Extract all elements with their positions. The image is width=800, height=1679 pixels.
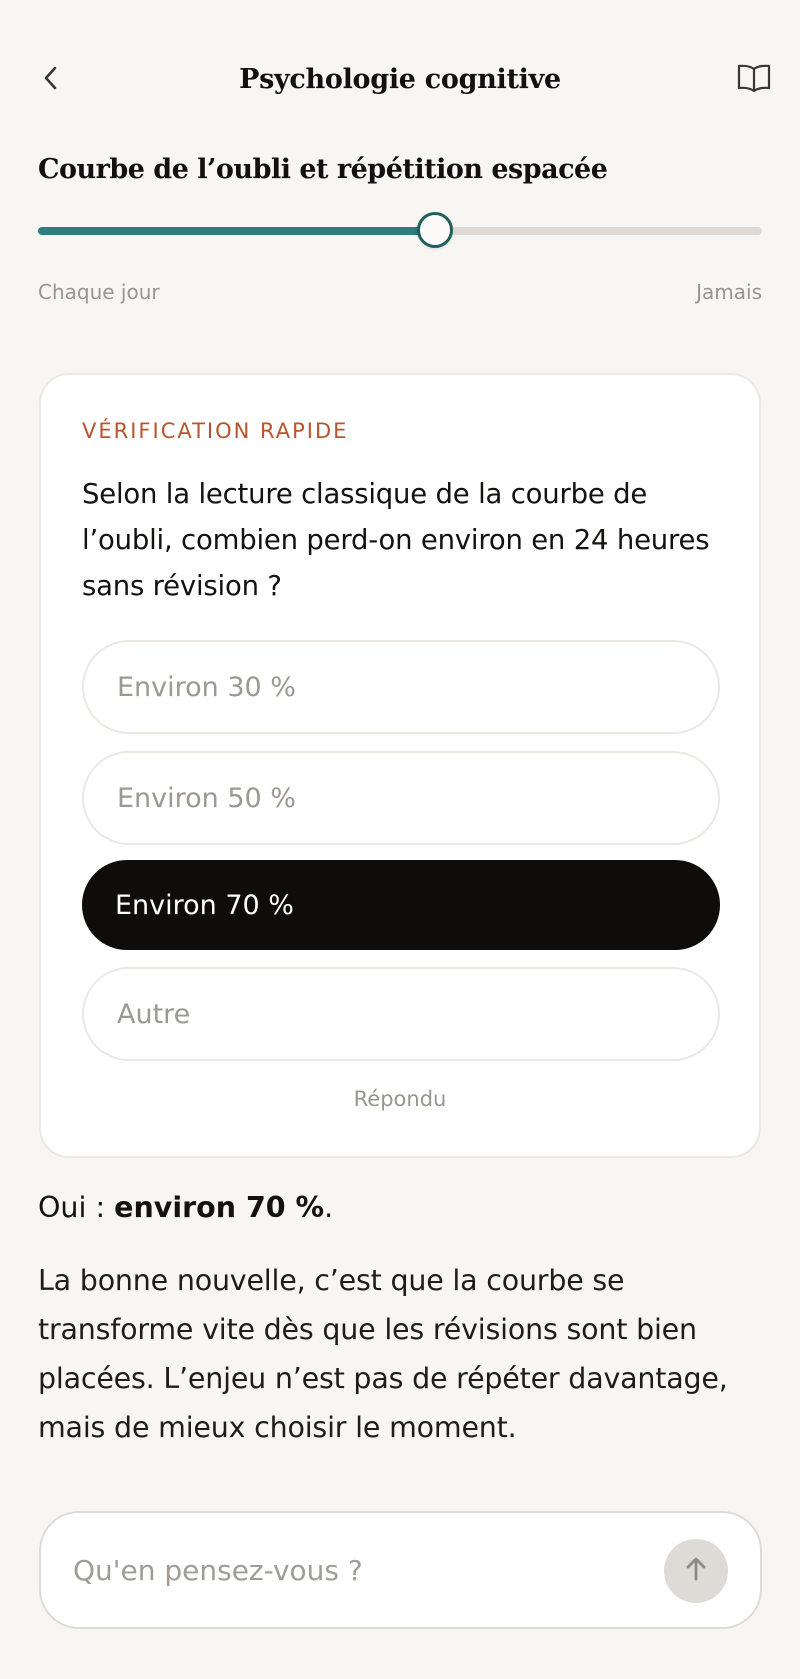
quiz-option-3-selected[interactable]: Environ 70 %	[82, 860, 720, 950]
open-book-icon	[737, 63, 771, 97]
quiz-status: Répondu	[353, 1087, 447, 1111]
page-title: Psychologie cognitive	[239, 64, 561, 95]
answer-prefix: Oui :	[38, 1191, 115, 1224]
quiz-option-4[interactable]: Autre	[82, 967, 720, 1061]
arrow-up-icon	[683, 1555, 709, 1587]
comment-input[interactable]	[73, 1547, 633, 1593]
quiz-eyebrow: VÉRIFICATION RAPIDE	[82, 419, 349, 443]
comment-composer	[39, 1511, 762, 1629]
quiz-option-1[interactable]: Environ 30 %	[82, 640, 720, 734]
answer-suffix: .	[324, 1191, 334, 1224]
slider-max-label: Jamais	[696, 280, 762, 304]
slider-min-label: Chaque jour	[38, 280, 160, 304]
quiz-option-2[interactable]: Environ 50 %	[82, 751, 720, 845]
lesson-title: Courbe de l’oubli et répétition espacée	[38, 154, 608, 185]
explanation-text: La bonne nouvelle, c’est que la courbe s…	[38, 1264, 728, 1444]
send-button[interactable]	[664, 1539, 728, 1603]
quiz-card: VÉRIFICATION RAPIDE Selon la lecture cla…	[39, 373, 761, 1158]
top-bar: Psychologie cognitive	[0, 0, 800, 140]
answer-feedback: Oui : environ 70 %.	[38, 1188, 333, 1228]
book-button[interactable]	[734, 60, 774, 100]
slider-fill	[38, 227, 437, 235]
answer-value: environ 70 %	[114, 1191, 325, 1224]
slider-thumb[interactable]	[417, 212, 454, 248]
progress-slider[interactable]	[38, 212, 762, 250]
quiz-question: Selon la lecture classique de la courbe …	[82, 478, 710, 602]
